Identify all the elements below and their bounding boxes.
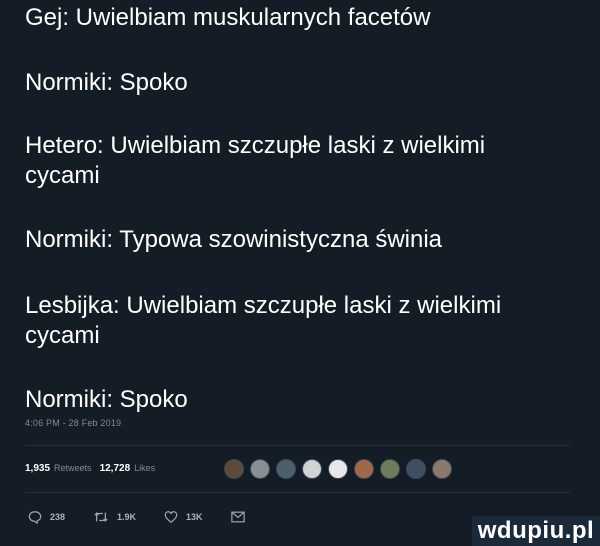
divider (25, 445, 570, 446)
reply-count: 238 (50, 512, 66, 522)
liker-avatar[interactable] (432, 459, 452, 479)
reply-icon (28, 510, 42, 524)
tweet-timestamp[interactable]: 4:06 PM - 28 Feb 2019 (25, 418, 121, 428)
liker-avatar[interactable] (224, 459, 244, 479)
site-watermark: wdupiu.pl (472, 516, 600, 546)
liker-avatar[interactable] (250, 459, 270, 479)
tweet-line: Normiki: Typowa szowinistyczna świnia (25, 226, 443, 253)
liker-avatar[interactable] (380, 459, 400, 479)
likes-stat[interactable]: 12,728 Likes (100, 463, 156, 474)
tweet-line: Normiki: Spoko (25, 69, 188, 96)
retweet-icon (93, 510, 109, 524)
envelope-icon (230, 511, 245, 523)
like-button[interactable]: 13K (164, 510, 203, 524)
liker-avatar[interactable] (406, 459, 426, 479)
tweet-line: Normiki: Spoko (25, 386, 188, 413)
direct-message-button[interactable] (230, 511, 245, 523)
tweet-line: cycami (25, 322, 100, 349)
retweet-button[interactable]: 1.9K (93, 510, 136, 524)
reply-button[interactable]: 238 (28, 510, 65, 524)
likes-count: 12,728 (99, 462, 131, 474)
likes-label: Likes (134, 462, 156, 473)
liker-avatar[interactable] (328, 459, 348, 479)
liker-avatars (224, 459, 452, 479)
tweet-line: Hetero: Uwielbiam szczupłe laski z wielk… (25, 132, 486, 159)
engagement-stats: 1,935 Retweets 12,728 Likes (25, 456, 163, 480)
tweet-line: Lesbijka: Uwielbiam szczupłe laski z wie… (25, 292, 502, 319)
liker-avatar[interactable] (276, 459, 296, 479)
liker-avatar[interactable] (302, 459, 322, 479)
retweets-stat[interactable]: 1,935 Retweets (25, 463, 92, 474)
divider (25, 492, 570, 493)
heart-icon (164, 510, 178, 524)
tweet-line: Gej: Uwielbiam muskularnych facetów (25, 4, 431, 31)
retweets-count: 1,935 (25, 462, 51, 474)
tweet-line: cycami (25, 162, 100, 189)
liker-avatar[interactable] (354, 459, 374, 479)
retweet-count: 1.9K (117, 512, 137, 522)
retweets-label: Retweets (54, 462, 92, 473)
like-count: 13K (186, 512, 203, 522)
tweet-actions: 238 1.9K 13K (28, 510, 273, 524)
